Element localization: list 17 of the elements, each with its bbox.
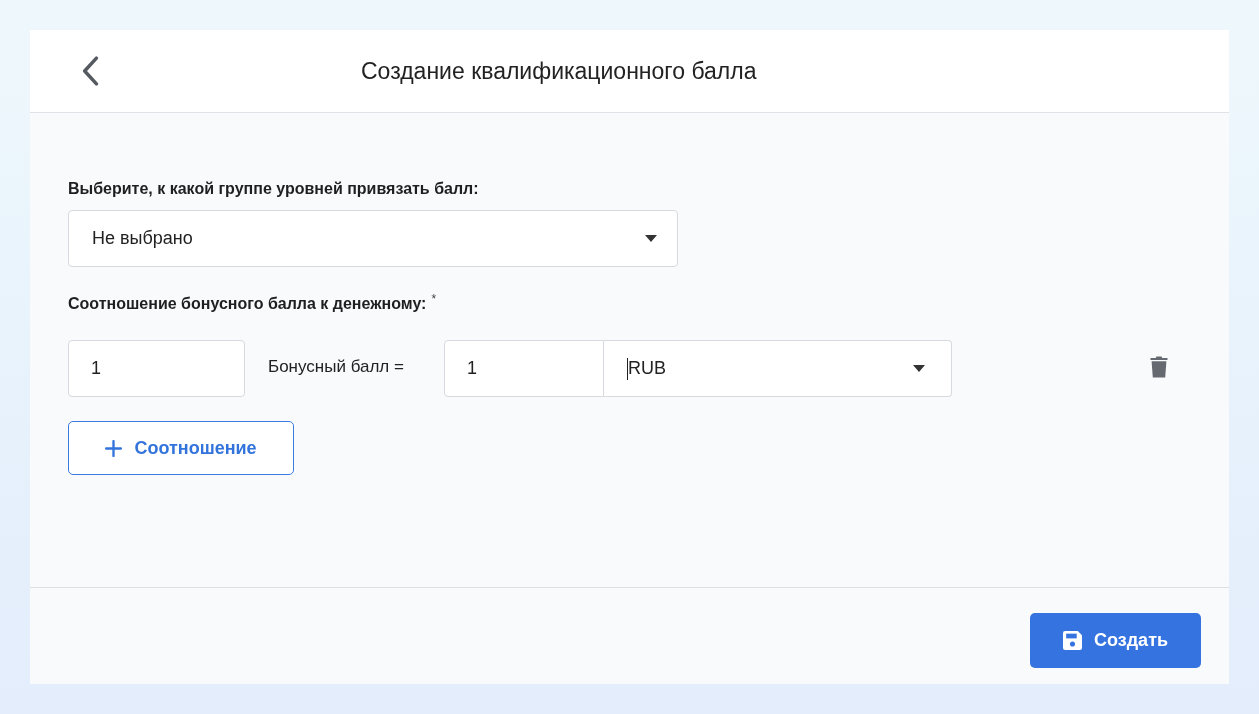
field-label: Выберите, к какой группе уровней привязать балл: (68, 179, 479, 199)
money-amount-input[interactable]: 1 (444, 340, 604, 397)
caret-icon (645, 235, 657, 242)
level-group-select[interactable]: Не выбрано (68, 210, 678, 267)
page-title: Создание квалификационного балла (361, 57, 757, 85)
currency-select[interactable]: RUB (604, 340, 952, 397)
chevron-left-icon (81, 56, 99, 86)
add-ratio-button[interactable]: Соотношение (68, 421, 294, 475)
equals-label: Бонусный балл = (268, 356, 405, 377)
save-icon (1063, 631, 1082, 650)
delete-button[interactable] (1149, 355, 1169, 379)
trash-icon (1150, 356, 1168, 378)
field-label: Соотношение бонусного балла к денежному: $^{*}$ (68, 293, 437, 314)
plus-icon (105, 439, 123, 457)
bonus-points-input[interactable]: 1 (68, 340, 245, 397)
caret-icon (913, 365, 925, 372)
create-button[interactable]: Создать (1030, 613, 1201, 668)
